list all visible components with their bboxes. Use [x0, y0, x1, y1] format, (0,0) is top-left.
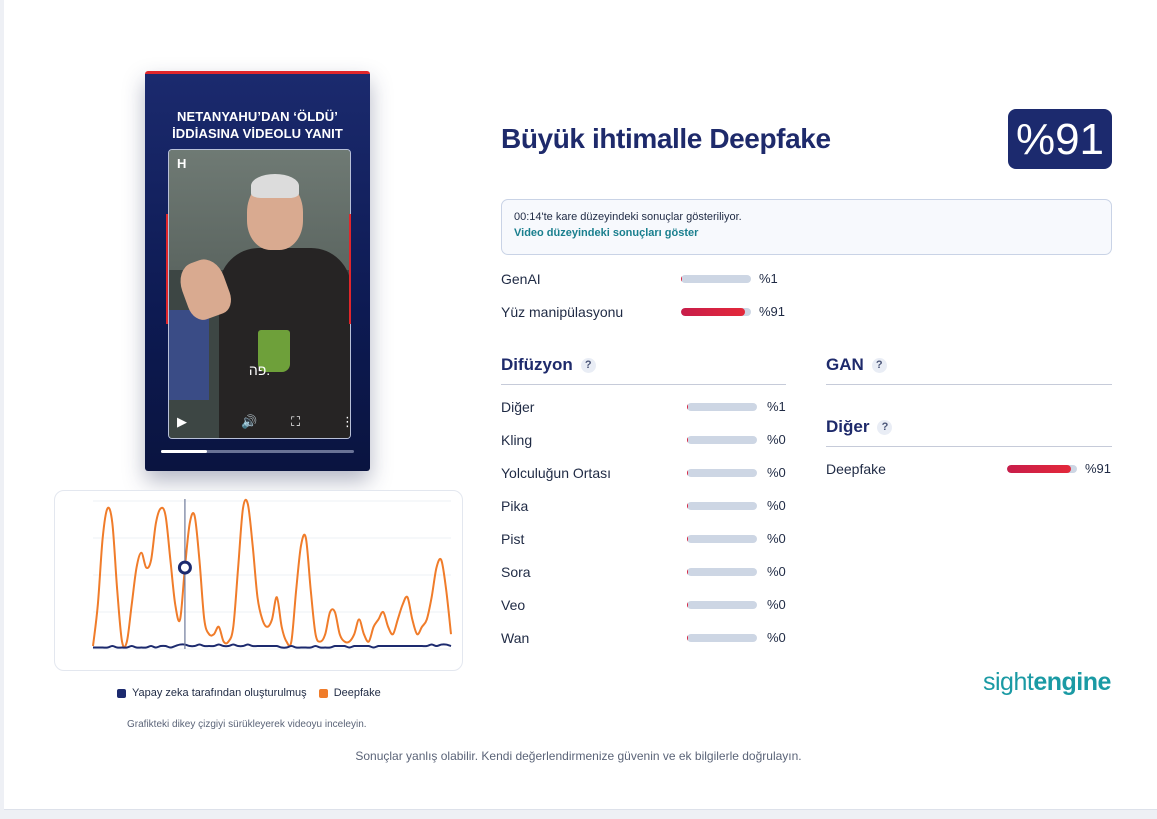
legend-item-ai[interactable]: Yapay zeka tarafından oluşturulmuş [117, 687, 307, 699]
top-score-percent: %1 [759, 271, 778, 286]
disclaimer: Sonuçlar yanlış olabilir. Kendi değerlen… [355, 749, 802, 763]
diffusion-bar-fill [687, 568, 688, 576]
play-icon[interactable]: ▶ [177, 414, 187, 430]
diffusion-bar [687, 403, 757, 411]
diffusion-bar [687, 634, 757, 642]
other-label: Deepfake [826, 461, 886, 477]
frame-marker-right [349, 214, 351, 324]
diffusion-label: Wan [501, 630, 530, 646]
legend-label-ai: Yapay zeka tarafından oluşturulmuş [132, 687, 307, 699]
diffusion-heading: Difüzyon? [501, 355, 596, 375]
diffusion-bar-fill [687, 601, 688, 609]
other-bar [1007, 465, 1077, 473]
gan-divider [826, 384, 1112, 385]
other-bar-fill [1007, 465, 1071, 473]
result-headline: Büyük ihtimalle Deepfake [501, 123, 831, 154]
video-player[interactable]: NETANYAHU’DAN ‘ÖLDÜ’ İDDİASINA VİDEOLU Y… [145, 71, 370, 471]
help-icon[interactable]: ? [871, 357, 887, 373]
video-progress-fill [161, 450, 208, 453]
diffusion-label: Sora [501, 564, 531, 580]
series-line-deepfake [92, 498, 452, 649]
diffusion-label: Veo [501, 597, 526, 613]
fullscreen-icon[interactable]: ⛶ [291, 414, 300, 430]
diffusion-bar [687, 601, 757, 609]
legend-swatch-ai [117, 688, 126, 698]
frame-marker-left [166, 214, 168, 324]
channel-logo: H [177, 156, 187, 171]
diffusion-row: Veo %0 [501, 595, 791, 615]
diffusion-bar-fill [687, 469, 688, 477]
chart-cursor-handle[interactable] [177, 560, 192, 575]
top-score-percent: %91 [759, 304, 786, 319]
diffusion-label: Pist [501, 531, 525, 547]
chart-hint: Grafikteki dikey çizgiyi sürükleyerek vi… [127, 719, 367, 730]
legend-label-deepfake: Deepfake [333, 687, 381, 699]
score-badge: %91 [1008, 109, 1112, 169]
diffusion-label: Diğer [501, 399, 535, 415]
diffusion-bar [687, 469, 757, 477]
top-score-label: Yüz manipülasyonu [501, 304, 624, 320]
other-heading: Diğer? [826, 417, 893, 437]
top-score-bar [681, 308, 751, 316]
diffusion-label: Kling [501, 432, 533, 448]
top-score-label: GenAI [501, 271, 541, 287]
diffusion-bar-fill [687, 535, 688, 543]
top-score-row: Yüz manipülasyonu %91 [501, 302, 791, 322]
diffusion-row: Pika %0 [501, 496, 791, 516]
diffusion-percent: %0 [767, 432, 786, 447]
video-frame[interactable]: H פה. ▶ 🔊 ⛶ ⋮ [168, 149, 351, 439]
diffusion-bar-fill [687, 502, 688, 510]
diffusion-bar-fill [687, 436, 688, 444]
diffusion-row: Kling %0 [501, 430, 791, 450]
diffusion-percent: %0 [767, 498, 786, 513]
diffusion-row: Wan %0 [501, 628, 791, 648]
video-level-link[interactable]: Video düzeyindeki sonuçları göster [514, 227, 1099, 239]
diffusion-bar-fill [687, 634, 688, 642]
diffusion-label: Pika [501, 498, 529, 514]
top-score-bar [681, 275, 751, 283]
video-progress-bar[interactable] [161, 450, 354, 453]
video-caption-line1: NETANYAHU’DAN ‘ÖLDÜ’ [177, 109, 338, 124]
other-percent: %91 [1085, 461, 1112, 476]
gan-heading: GAN? [826, 355, 887, 375]
top-score-bar-fill [681, 275, 682, 283]
other-divider [826, 446, 1112, 447]
diffusion-bar [687, 568, 757, 576]
diffusion-row: Pist %0 [501, 529, 791, 549]
volume-icon[interactable]: 🔊 [241, 414, 257, 430]
video-subtitle: פה. [248, 362, 271, 378]
series-line-ai [93, 643, 452, 649]
diffusion-row: Yolculuğun Ortası %0 [501, 463, 791, 483]
diffusion-percent: %0 [767, 564, 786, 579]
other-row: Deepfake %91 [826, 459, 1116, 479]
legend-item-deepfake[interactable]: Deepfake [318, 687, 381, 699]
diffusion-percent: %0 [767, 630, 786, 645]
top-score-row: GenAI %1 [501, 269, 791, 289]
diffusion-row: Sora %0 [501, 562, 791, 582]
diffusion-percent: %0 [767, 531, 786, 546]
diffusion-label: Yolculuğun Ortası [501, 465, 611, 481]
sightengine-logo: sightengine [983, 668, 1111, 696]
chart-legend: Yapay zeka tarafından oluşturulmuş Deepf… [117, 687, 393, 699]
diffusion-percent: %1 [767, 399, 786, 414]
diffusion-bar [687, 502, 757, 510]
diffusion-bar [687, 535, 757, 543]
help-icon[interactable]: ? [580, 357, 596, 373]
diffusion-row: Diğer %1 [501, 397, 791, 417]
top-score-bar-fill [681, 308, 745, 316]
legend-swatch-deepfake [318, 688, 328, 698]
timeline-chart-svg[interactable] [55, 491, 464, 672]
diffusion-bar-fill [687, 403, 688, 411]
diffusion-percent: %0 [767, 597, 786, 612]
frame-info-box: 00:14'te kare düzeyindeki sonuçlar göste… [501, 199, 1112, 255]
video-caption: NETANYAHU’DAN ‘ÖLDÜ’ İDDİASINA VİDEOLU Y… [145, 108, 370, 142]
diffusion-divider [501, 384, 786, 385]
frame-note: 00:14'te kare düzeyindeki sonuçlar göste… [514, 211, 742, 223]
more-vertical-icon[interactable]: ⋮ [341, 414, 350, 430]
help-icon[interactable]: ? [877, 419, 893, 435]
timeline-chart[interactable] [54, 490, 463, 671]
diffusion-percent: %0 [767, 465, 786, 480]
video-caption-line2: İDDİASINA VİDEOLU YANIT [172, 126, 343, 141]
diffusion-bar [687, 436, 757, 444]
